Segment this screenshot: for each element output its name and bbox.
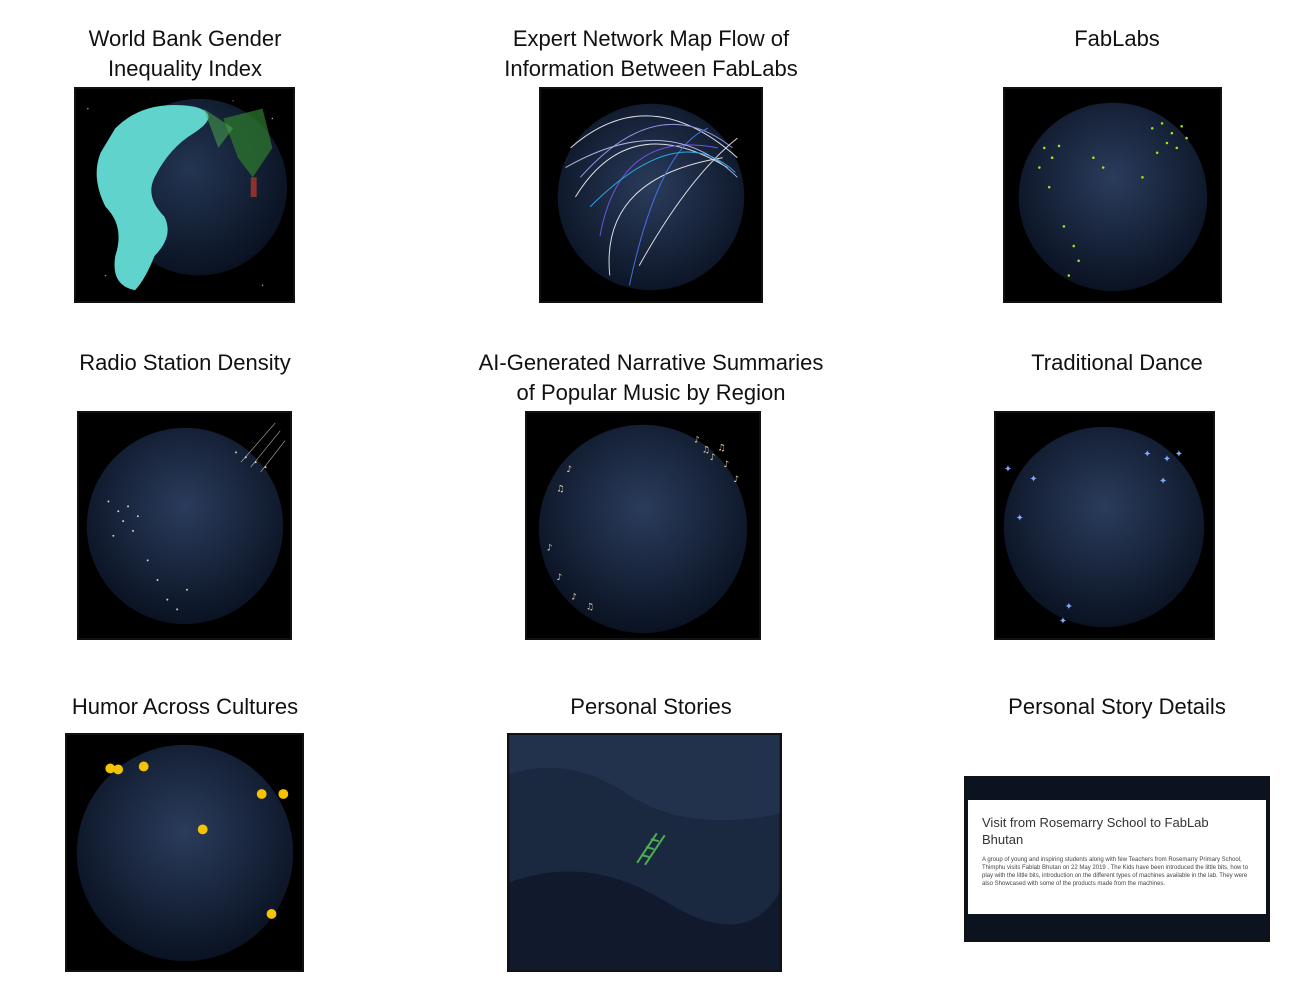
panel-title-line: Personal Stories <box>570 694 732 719</box>
music-narratives-globe[interactable]: ♪ ♫ ♪ ♫ ♪ ♪ ♪ ♫ ♪ ♪ ♪ ♫ <box>525 411 761 640</box>
personal-stories-map[interactable] <box>507 733 782 972</box>
globe-laughing-face-icon <box>67 735 302 970</box>
story-body: A group of young and inspiring students … <box>982 857 1249 887</box>
globe-network-flow-icon <box>541 89 761 301</box>
panel-title-line: World Bank Gender <box>88 26 282 51</box>
traditional-dance-globe[interactable]: ✦ ✦ ✦ ✦ ✦ ✦ ✦ ✦ ✦ <box>994 411 1215 640</box>
svg-text:✦: ✦ <box>1163 454 1171 465</box>
svg-text:♪: ♪ <box>566 465 572 475</box>
story-card: Visit from Rosemarry School to FabLab Bh… <box>968 800 1266 914</box>
panel-title-line: Personal Story Details <box>1008 694 1226 719</box>
svg-text:♪: ♪ <box>710 453 716 463</box>
panel-title: Radio Station Density <box>55 348 315 378</box>
story-detail-panel[interactable]: Visit from Rosemarry School to FabLab Bh… <box>964 776 1270 942</box>
panel-title: World Bank Gender Inequality Index <box>60 24 310 84</box>
panel-title-line: Humor Across Cultures <box>71 694 299 719</box>
network-flow-globe[interactable] <box>539 87 763 303</box>
globe-radio-density-icon <box>79 413 290 638</box>
radio-density-globe[interactable] <box>77 411 292 640</box>
panel-title: Personal Stories <box>516 692 786 722</box>
panel-title-line: Information Between FabLabs <box>504 56 798 81</box>
svg-text:✦: ✦ <box>1175 449 1183 460</box>
svg-text:♫: ♫ <box>557 485 565 495</box>
panel-title: Personal Story Details <box>980 692 1254 722</box>
globe-music-notes-icon: ♪♫♪♫ ♪♪♪♫ ♪♪♪♫ <box>527 413 759 638</box>
panel-title: Expert Network Map Flow of Information B… <box>476 24 826 84</box>
svg-text:♪: ♪ <box>733 475 739 485</box>
svg-text:✦: ✦ <box>1016 513 1024 524</box>
panel-title-line: Traditional Dance <box>1031 350 1203 375</box>
panel-title-line: of Popular Music by Region <box>516 380 786 405</box>
panel-title-line: AI-Generated Narrative Summaries <box>478 350 824 375</box>
panel-title-line: Expert Network Map Flow of <box>512 26 790 51</box>
svg-text:✦: ✦ <box>1029 474 1037 485</box>
gender-inequality-globe[interactable] <box>74 87 295 303</box>
svg-text:♫: ♫ <box>718 443 726 453</box>
visualization-gallery: World Bank Gender Inequality Index Exper… <box>0 0 1289 993</box>
panel-title: AI-Generated Narrative Summaries of Popu… <box>451 348 851 408</box>
svg-text:♪: ♪ <box>557 573 563 583</box>
globe-fablabs-icon <box>1005 89 1220 301</box>
svg-text:♪: ♪ <box>694 435 700 445</box>
svg-text:✦: ✦ <box>1143 449 1151 460</box>
panel-title-line: Radio Station Density <box>79 350 291 375</box>
panel-title: Traditional Dance <box>1000 348 1234 378</box>
svg-text:✦: ✦ <box>1065 601 1073 612</box>
svg-text:♪: ♪ <box>571 593 577 603</box>
humor-globe[interactable] <box>65 733 304 972</box>
svg-text:✦: ✦ <box>1159 476 1167 487</box>
dna-icon <box>509 735 780 970</box>
svg-text:♪: ♪ <box>724 460 730 470</box>
globe-dancer-icon: ✦ ✦ ✦ ✦ ✦ ✦ ✦ ✦ ✦ <box>996 413 1213 638</box>
panel-title-line: Inequality Index <box>107 56 263 81</box>
panel-title: FabLabs <box>1000 24 1234 54</box>
svg-text:♫: ♫ <box>702 445 710 455</box>
svg-text:♪: ♪ <box>547 544 553 554</box>
fablabs-globe[interactable] <box>1003 87 1222 303</box>
svg-text:✦: ✦ <box>1059 616 1067 627</box>
svg-text:♫: ♫ <box>586 603 594 613</box>
panel-title-line: FabLabs <box>1074 26 1160 51</box>
globe-gender-index-icon <box>76 89 293 301</box>
panel-title: Humor Across Cultures <box>52 692 318 722</box>
story-title: Visit from Rosemarry School to FabLab Bh… <box>982 815 1209 847</box>
svg-text:✦: ✦ <box>1004 464 1012 475</box>
